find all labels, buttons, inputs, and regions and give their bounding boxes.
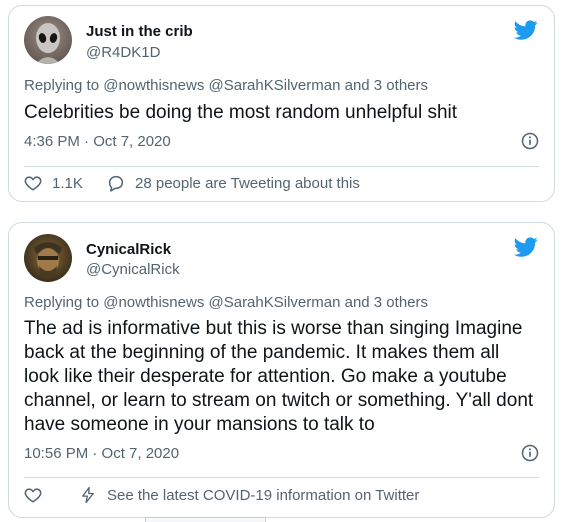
tweet-text-line: channel, or learn to stream on twitch or…: [24, 390, 534, 411]
display-name[interactable]: Just in the crib: [86, 23, 193, 40]
heart-icon: [24, 176, 42, 191]
conversation-text: 28 people are Tweeting about this: [135, 174, 360, 192]
like-count: 1.1K: [52, 174, 83, 192]
tweet-text: The ad is informative but this is worse …: [24, 317, 539, 437]
reply-mentions[interactable]: @nowthisnews @SarahKSilverman and 3 othe…: [103, 294, 428, 311]
heart-icon: [24, 488, 42, 503]
twitter-bird-icon[interactable]: [514, 18, 538, 42]
tweet-timestamp[interactable]: 10:56 PM · Oct 7, 2020: [24, 445, 179, 462]
alien-avatar-icon: [24, 16, 72, 64]
user-handle[interactable]: @R4DK1D: [86, 44, 160, 61]
tweet-text-line: have someone in your mansions to talk to: [24, 414, 375, 435]
tweet-text-line: back at the beginning of the pandemic. I…: [24, 342, 500, 363]
covid-notice-text: See the latest COVID-19 information on T…: [107, 486, 420, 504]
info-icon[interactable]: [521, 132, 539, 150]
lightning-bolt-icon: [82, 486, 94, 504]
tweet-text-line: The ad is informative but this is worse …: [24, 318, 523, 339]
partial-element-below: [145, 517, 266, 522]
tweet-text: Celebrities be doing the most random unh…: [24, 102, 458, 123]
like-button[interactable]: [24, 486, 52, 504]
rick-avatar-icon: [24, 234, 72, 282]
divider: [24, 477, 539, 478]
reply-prefix: Replying to: [24, 77, 100, 94]
like-button[interactable]: 1.1K: [24, 174, 83, 192]
tweet-card[interactable]: Just in the crib @R4DK1D Replying to @no…: [8, 5, 555, 202]
reply-prefix: Replying to: [24, 294, 100, 311]
divider: [24, 166, 539, 167]
tweet-text-line: look like their desperate for attention.…: [24, 366, 507, 387]
reply-mentions[interactable]: @nowthisnews @SarahKSilverman and 3 othe…: [103, 77, 428, 94]
tweet-timestamp[interactable]: 4:36 PM · Oct 7, 2020: [24, 133, 171, 150]
conversation-link[interactable]: 28 people are Tweeting about this: [107, 174, 360, 192]
info-icon[interactable]: [521, 444, 539, 462]
twitter-bird-icon[interactable]: [514, 235, 538, 259]
avatar[interactable]: [24, 234, 72, 282]
display-name[interactable]: CynicalRick: [86, 241, 171, 258]
replying-to: Replying to @nowthisnews @SarahKSilverma…: [24, 77, 428, 94]
avatar[interactable]: [24, 16, 72, 64]
replying-to: Replying to @nowthisnews @SarahKSilverma…: [24, 294, 428, 311]
tweet-card[interactable]: CynicalRick @CynicalRick Replying to @no…: [8, 222, 555, 518]
user-handle[interactable]: @CynicalRick: [86, 261, 180, 278]
speech-bubble-icon: [108, 175, 124, 192]
covid-info-link[interactable]: See the latest COVID-19 information on T…: [79, 486, 419, 504]
